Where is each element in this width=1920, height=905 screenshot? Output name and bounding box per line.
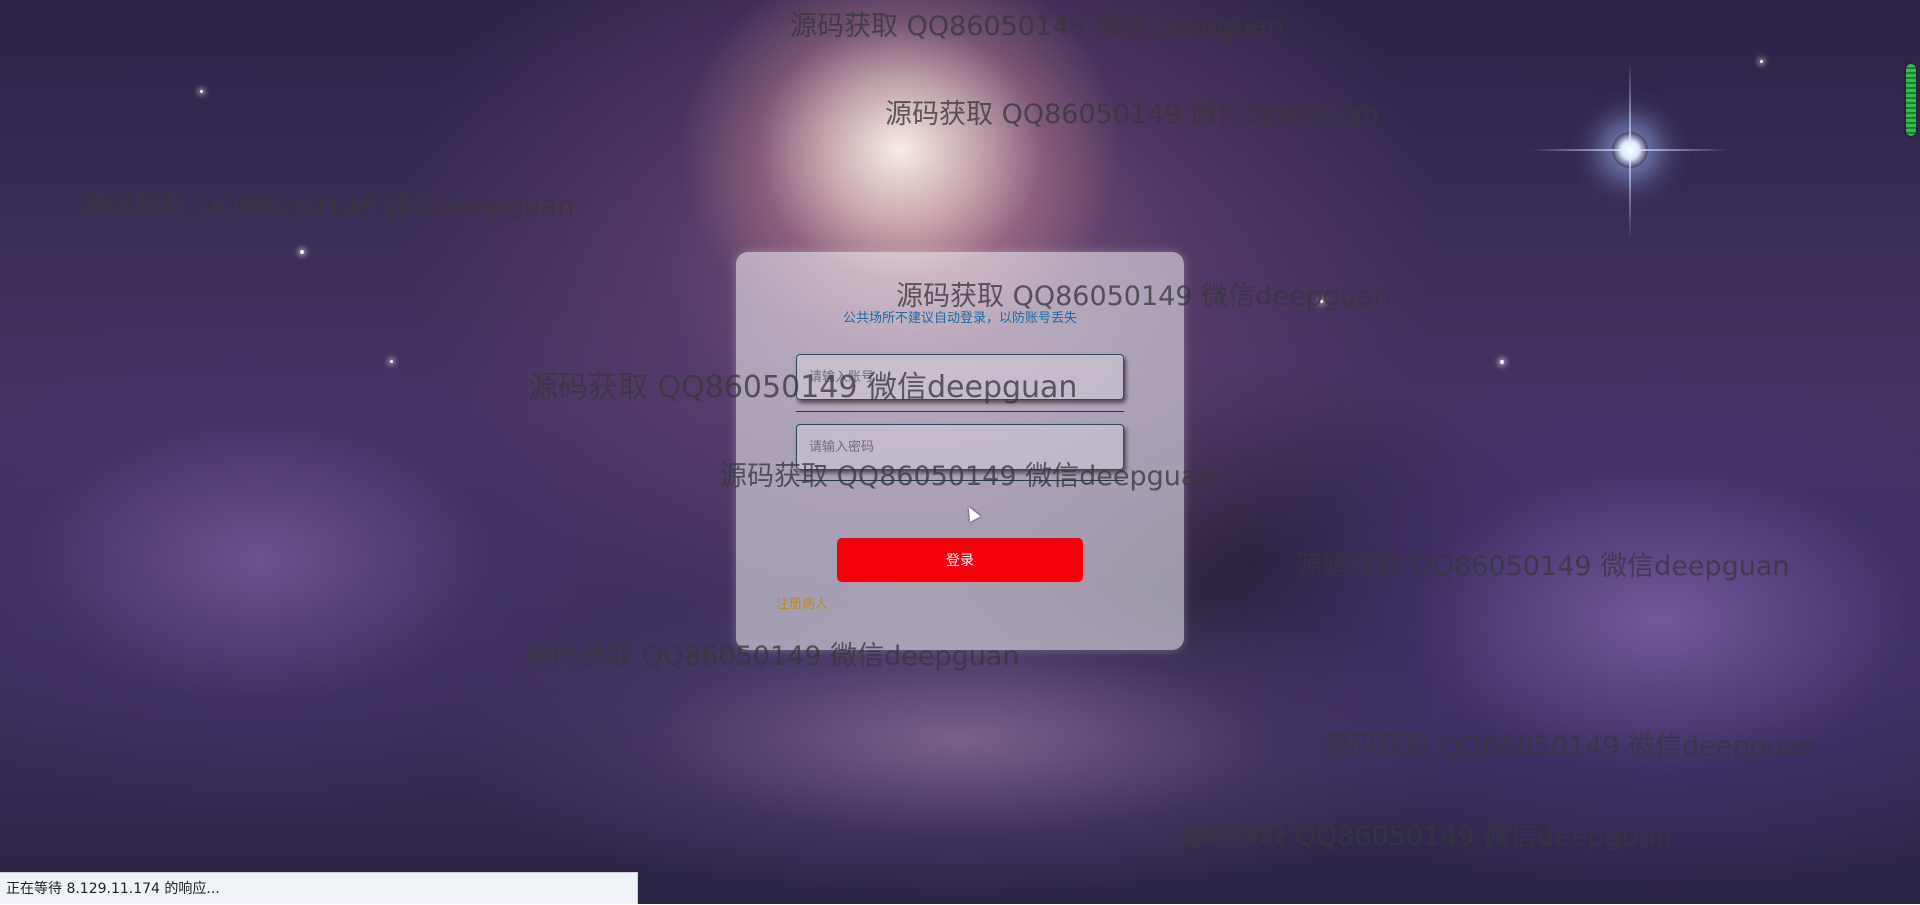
register-patient-link[interactable]: 注册病人: [776, 593, 828, 612]
username-underline: [796, 411, 1124, 412]
bright-star: [1612, 132, 1648, 168]
password-input[interactable]: [796, 424, 1124, 470]
star: [1500, 360, 1504, 364]
browser-status-bar: 正在等待 8.129.11.174 的响应...: [0, 872, 638, 904]
star: [200, 90, 203, 93]
login-button[interactable]: 登录: [837, 538, 1083, 582]
login-card: 公共场所不建议自动登录，以防账号丢失 登录 注册病人: [736, 252, 1184, 650]
username-input[interactable]: [796, 354, 1124, 400]
scroll-indicator[interactable]: [1906, 64, 1916, 136]
star: [1760, 60, 1763, 63]
star: [390, 360, 393, 363]
star: [300, 250, 304, 254]
auto-login-notice: 公共场所不建议自动登录，以防账号丢失: [842, 311, 1077, 326]
star: [1320, 300, 1323, 303]
password-underline: [796, 480, 1124, 481]
